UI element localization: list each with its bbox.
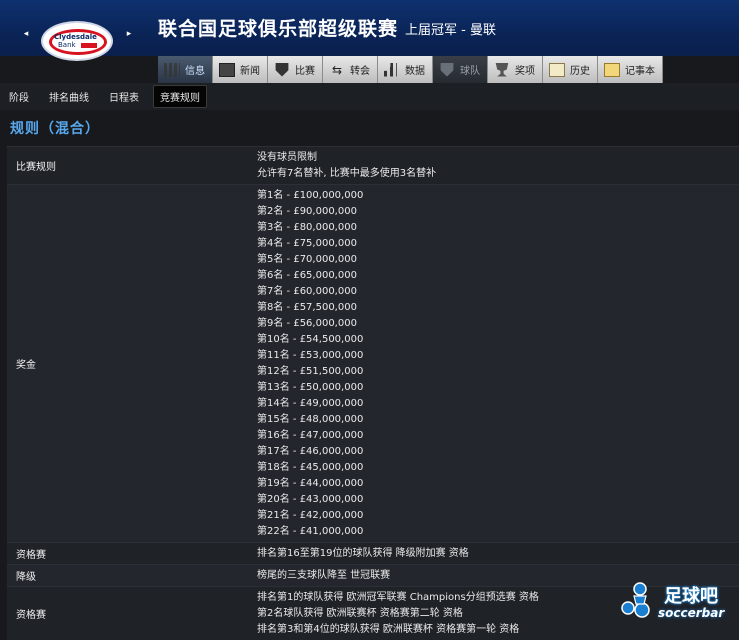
subnav-ranking-graph[interactable]: 排名曲线 [43, 86, 95, 107]
rule-value: 第18名 - £45,000,000 [257, 462, 364, 473]
rule-value: 允许有7名替补, 比赛中最多使用3名替补 [257, 168, 437, 179]
tab-label: 新闻 [240, 66, 260, 77]
rule-label: 资格赛 [16, 610, 46, 621]
rule-value: 第1名 - £100,000,000 [257, 190, 364, 201]
shield-icon [275, 62, 289, 77]
tab-label: 转会 [350, 66, 370, 77]
rule-value: 没有球员限制 [257, 152, 317, 163]
rule-value: 第3名 - £80,000,000 [257, 222, 357, 233]
rule-value: 排名第3和第4位的球队获得 欧洲联赛杯 资格赛第一轮 资格 [257, 624, 520, 635]
rule-value: 排名第1的球队获得 欧洲冠军联赛 Champions分组预选赛 资格 [257, 592, 539, 603]
rules-table: 比赛规则 没有球员限制允许有7名替补, 比赛中最多使用3名替补奖金 第1名 - £1… [7, 146, 739, 640]
tab-label: 记事本 [625, 66, 655, 77]
rule-value: 第11名 - £53,000,000 [257, 350, 364, 361]
watermark-text-en: soccerbar [658, 606, 725, 620]
rule-row: 比赛规则 没有球员限制允许有7名替补, 比赛中最多使用3名替补 [7, 146, 739, 184]
rule-value: 第10名 - £54,500,000 [257, 334, 364, 345]
tab-notepad[interactable]: 记事本 [598, 56, 663, 83]
rule-value: 第2名 - £90,000,000 [257, 206, 357, 217]
document-icon [549, 62, 565, 77]
section-title: 规则（混合） [10, 121, 100, 137]
main-tabs: 信息 新闻 比赛 ⇆ 转会 数据 球队 奖项 历史 记事本 [158, 56, 663, 83]
rule-value: 第22名 - £41,000,000 [257, 526, 364, 537]
rule-label: 资格赛 [16, 550, 46, 561]
soccerbar-watermark: 足球吧 soccerbar [620, 580, 735, 626]
rule-value: 第8名 - £57,500,000 [257, 302, 357, 313]
tab-teams[interactable]: 球队 [433, 56, 488, 83]
last-champion-label: 上届冠军 - 曼联 [405, 23, 496, 38]
rule-value: 榜尾的三支球队降至 世冠联赛 [257, 570, 391, 581]
tab-matches[interactable]: 比赛 [268, 56, 323, 83]
rule-values: 没有球员限制允许有7名替补, 比赛中最多使用3名替补 [257, 147, 436, 184]
tab-label: 比赛 [295, 66, 315, 77]
rule-label: 降级 [16, 572, 36, 583]
tab-stats[interactable]: 数据 [378, 56, 433, 83]
rule-value: 第4名 - £75,000,000 [257, 238, 357, 249]
rule-value: 第9名 - £56,000,000 [257, 318, 357, 329]
rule-label: 奖金 [16, 360, 36, 371]
next-competition-icon[interactable]: ▸ [123, 28, 135, 40]
logo-text-clydesdale: Clydesdale [54, 33, 97, 41]
rule-value: 第16名 - £47,000,000 [257, 430, 364, 441]
rule-value: 第14名 - £49,000,000 [257, 398, 364, 409]
subnav-rules[interactable]: 竞赛规则 [153, 85, 207, 108]
rule-row: 奖金 第1名 - £100,000,000 第2名 - £90,000,000 第3名… [7, 184, 739, 542]
rule-value: 第17名 - £46,000,000 [257, 446, 364, 457]
grid-icon [164, 62, 180, 77]
tab-awards[interactable]: 奖项 [488, 56, 543, 83]
rule-row: 资格赛 排名第16至第19位的球队获得 降级附加赛 资格 [7, 542, 739, 564]
tab-label: 奖项 [515, 66, 535, 77]
subnav-stages[interactable]: 阶段 [3, 86, 35, 107]
rule-value: 第21名 - £42,000,000 [257, 510, 364, 521]
rule-values: 第1名 - £100,000,000 第2名 - £90,000,000 第3名 -… [257, 185, 363, 542]
rule-value: 第6名 - £65,000,000 [257, 270, 357, 281]
page-title: 联合国足球俱乐部超级联赛 [158, 18, 399, 40]
shield-icon [440, 62, 454, 77]
rule-value: 第15名 - £48,000,000 [257, 414, 364, 425]
tab-info[interactable]: 信息 [158, 56, 213, 83]
watermark-text-cn: 足球吧 [664, 586, 718, 607]
arrows-icon: ⇆ [331, 62, 343, 77]
rule-values: 排名第1的球队获得 欧洲冠军联赛 Champions分组预选赛 资格 第2名球队获… [257, 587, 539, 640]
trophy-icon [495, 62, 509, 77]
rule-value: 第2名球队获得 欧洲联赛杯 资格赛第二轮 资格 [257, 608, 463, 619]
rule-values: 排名第16至第19位的球队获得 降级附加赛 资格 [257, 543, 469, 564]
bar-chart-icon [384, 62, 397, 77]
tab-news[interactable]: 新闻 [213, 56, 268, 83]
rule-value: 第5名 - £70,000,000 [257, 254, 357, 265]
rule-value: 排名第16至第19位的球队获得 降级附加赛 资格 [257, 548, 469, 559]
news-icon [219, 62, 235, 77]
competition-header: ◂ Clydesdale Bank ▸ 联合国足球俱乐部超级联赛 上届冠军 - … [0, 0, 739, 61]
tab-label: 历史 [570, 66, 590, 77]
rule-value: 第13名 - £50,000,000 [257, 382, 364, 393]
sub-navigation: 阶段 排名曲线 日程表 竞赛规则 [0, 83, 739, 110]
rule-value: 第19名 - £44,000,000 [257, 478, 364, 489]
rule-values: 榜尾的三支球队降至 世冠联赛 [257, 565, 390, 586]
tab-label: 数据 [405, 66, 425, 77]
competition-logo: Clydesdale Bank [41, 21, 113, 61]
subnav-fixtures[interactable]: 日程表 [103, 86, 145, 107]
footballer-icon [621, 582, 650, 618]
rule-value: 第20名 - £43,000,000 [257, 494, 364, 505]
logo-red-tag [81, 43, 97, 48]
rule-label: 比赛规则 [16, 162, 56, 173]
notepad-icon [604, 62, 620, 77]
tab-label: 球队 [460, 66, 480, 77]
tab-history[interactable]: 历史 [543, 56, 598, 83]
rule-value: 第12名 - £51,500,000 [257, 366, 364, 377]
tab-transfers[interactable]: ⇆ 转会 [323, 56, 378, 83]
tab-label: 信息 [185, 66, 205, 77]
logo-text-bank: Bank [58, 41, 76, 49]
rule-value: 第7名 - £60,000,000 [257, 286, 357, 297]
prev-competition-icon[interactable]: ◂ [20, 28, 32, 40]
